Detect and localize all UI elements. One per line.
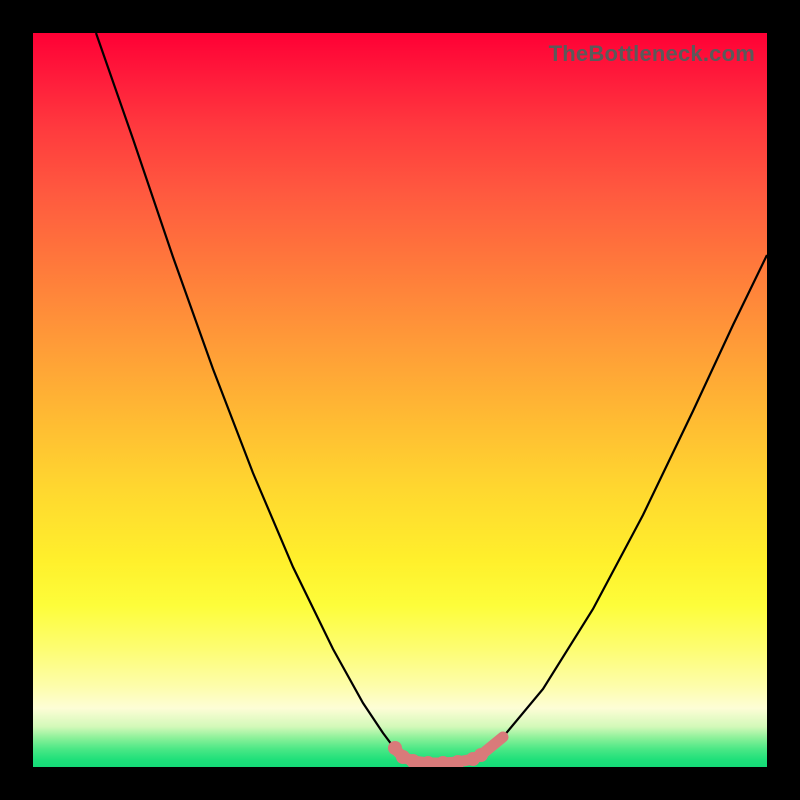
bottleneck-curve (96, 33, 767, 763)
chart-frame: TheBottleneck.com (0, 0, 800, 800)
plot-area: TheBottleneck.com (33, 33, 767, 767)
highlight-dot (474, 748, 488, 762)
curve-svg (33, 33, 767, 767)
